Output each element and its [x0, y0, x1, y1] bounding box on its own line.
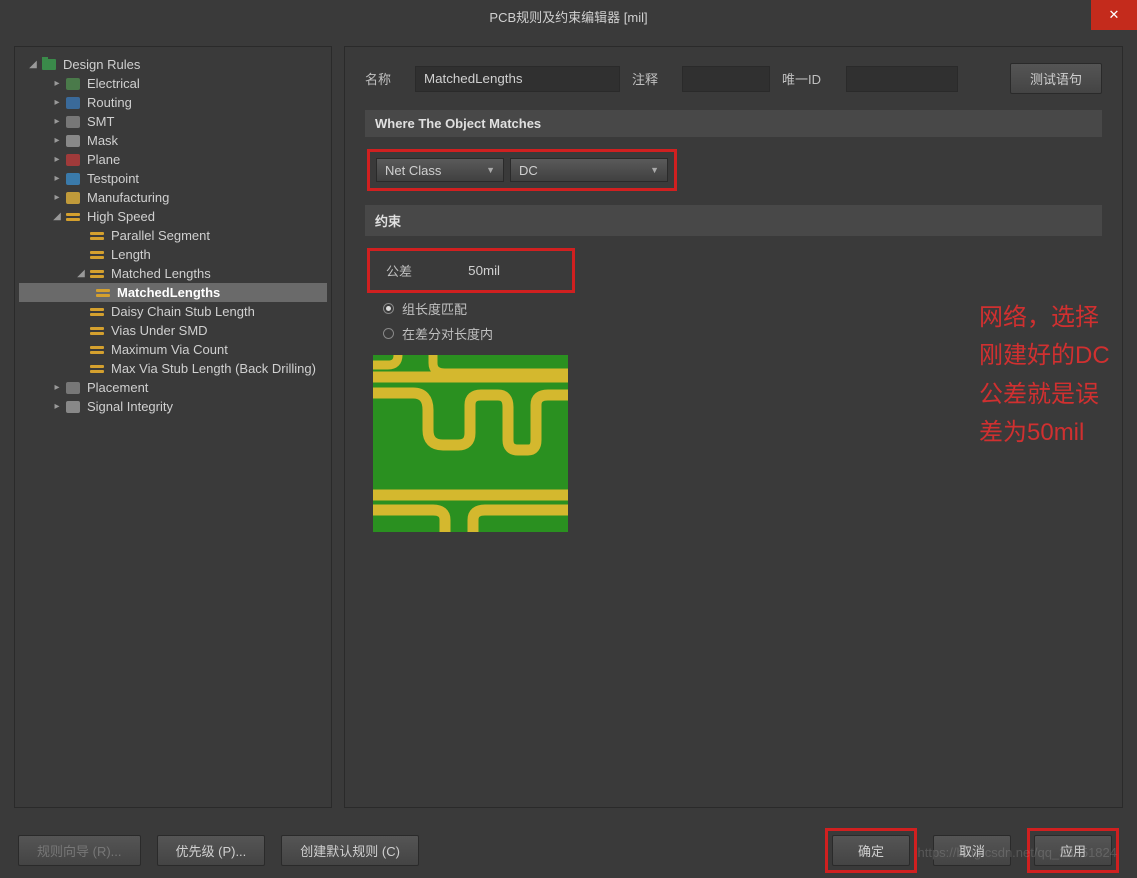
signal-icon [66, 401, 80, 413]
expand-icon[interactable]: ▸ [51, 78, 63, 89]
tree-matched-lengths[interactable]: ◢ Matched Lengths [19, 264, 327, 283]
footer-bar: 规则向导 (R)... 优先级 (P)... 创建默认规则 (C) 确定 取消 … [0, 822, 1137, 878]
matches-header: Where The Object Matches [365, 110, 1102, 137]
rule-icon [90, 345, 104, 355]
ok-highlight: 确定 [825, 828, 917, 873]
folder-icon [42, 59, 56, 70]
expand-icon[interactable]: ▸ [51, 154, 63, 165]
tolerance-label: 公差 [386, 261, 412, 280]
rule-icon [96, 288, 110, 298]
rule-icon [90, 269, 104, 279]
routing-icon [66, 97, 80, 109]
tree-root[interactable]: ◢ Design Rules [19, 55, 327, 74]
comment-input[interactable] [682, 66, 770, 92]
close-icon: ✕ [1109, 7, 1120, 23]
rules-tree[interactable]: ◢ Design Rules ▸ Electrical ▸ Routing ▸ … [14, 46, 332, 808]
scope-highlight: Net Class ▼ DC ▼ [367, 149, 677, 191]
tree-mask[interactable]: ▸ Mask [19, 131, 327, 150]
tree-placement[interactable]: ▸ Placement [19, 378, 327, 397]
rule-icon [90, 307, 104, 317]
id-input[interactable] [846, 66, 958, 92]
scope-dropdown[interactable]: Net Class ▼ [376, 158, 504, 182]
smt-icon [66, 116, 80, 128]
expand-icon[interactable]: ▸ [51, 173, 63, 184]
close-button[interactable]: ✕ [1091, 0, 1137, 30]
tree-electrical[interactable]: ▸ Electrical [19, 74, 327, 93]
radio-icon [383, 328, 394, 339]
tolerance-highlight: 公差 [367, 248, 575, 293]
rule-icon [90, 250, 104, 260]
tree-max-via-stub[interactable]: Max Via Stub Length (Back Drilling) [19, 359, 327, 378]
pcb-preview-image [373, 355, 568, 532]
rule-wizard-button[interactable]: 规则向导 (R)... [18, 835, 141, 866]
test-query-button[interactable]: 测试语句 [1010, 63, 1102, 94]
tree-signal-integrity[interactable]: ▸ Signal Integrity [19, 397, 327, 416]
apply-highlight: 应用 [1027, 828, 1119, 873]
expand-icon[interactable]: ▸ [51, 116, 63, 127]
tree-vias-under-smd[interactable]: Vias Under SMD [19, 321, 327, 340]
expand-icon[interactable]: ▸ [51, 382, 63, 393]
tree-testpoint[interactable]: ▸ Testpoint [19, 169, 327, 188]
comment-label: 注释 [632, 69, 670, 88]
priority-button[interactable]: 优先级 (P)... [157, 835, 266, 866]
rule-icon [90, 326, 104, 336]
id-label: 唯一ID [782, 69, 834, 88]
cancel-button[interactable]: 取消 [933, 835, 1011, 866]
rule-icon [90, 231, 104, 241]
electrical-icon [66, 78, 80, 90]
constraints-header: 约束 [365, 205, 1102, 236]
tree-smt[interactable]: ▸ SMT [19, 112, 327, 131]
rule-editor: 名称 注释 唯一ID 测试语句 Where The Object Matches… [344, 46, 1123, 808]
tree-plane[interactable]: ▸ Plane [19, 150, 327, 169]
annotation-text: 网络，选择刚建好的DC 公差就是误差为50mil [979, 299, 1122, 453]
highspeed-icon [66, 212, 80, 222]
expand-icon[interactable]: ▸ [51, 135, 63, 146]
plane-icon [66, 154, 80, 166]
collapse-icon[interactable]: ◢ [27, 59, 39, 70]
netclass-dropdown[interactable]: DC ▼ [510, 158, 668, 182]
tolerance-input[interactable] [440, 263, 500, 278]
collapse-icon[interactable]: ◢ [75, 268, 87, 279]
rule-icon [90, 364, 104, 374]
tree-parallel-segment[interactable]: Parallel Segment [19, 226, 327, 245]
tree-matched-lengths-rule[interactable]: MatchedLengths [19, 283, 327, 302]
tree-length[interactable]: Length [19, 245, 327, 264]
collapse-icon[interactable]: ◢ [51, 211, 63, 222]
name-label: 名称 [365, 69, 403, 88]
tree-max-via-count[interactable]: Maximum Via Count [19, 340, 327, 359]
tree-manufacturing[interactable]: ▸ Manufacturing [19, 188, 327, 207]
chevron-down-icon: ▼ [486, 165, 495, 175]
name-input[interactable] [415, 66, 620, 92]
titlebar: PCB规则及约束编辑器 [mil] ✕ [0, 0, 1137, 32]
radio-icon [383, 303, 394, 314]
create-defaults-button[interactable]: 创建默认规则 (C) [281, 835, 419, 866]
expand-icon[interactable]: ▸ [51, 97, 63, 108]
ok-button[interactable]: 确定 [832, 835, 910, 866]
manufacturing-icon [66, 192, 80, 204]
placement-icon [66, 382, 80, 394]
tree-routing[interactable]: ▸ Routing [19, 93, 327, 112]
chevron-down-icon: ▼ [650, 165, 659, 175]
mask-icon [66, 135, 80, 147]
testpoint-icon [66, 173, 80, 185]
expand-icon[interactable]: ▸ [51, 192, 63, 203]
apply-button[interactable]: 应用 [1034, 835, 1112, 866]
window-title: PCB规则及约束编辑器 [mil] [0, 7, 1137, 26]
tree-highspeed[interactable]: ◢ High Speed [19, 207, 327, 226]
expand-icon[interactable]: ▸ [51, 401, 63, 412]
tree-daisy-chain[interactable]: Daisy Chain Stub Length [19, 302, 327, 321]
